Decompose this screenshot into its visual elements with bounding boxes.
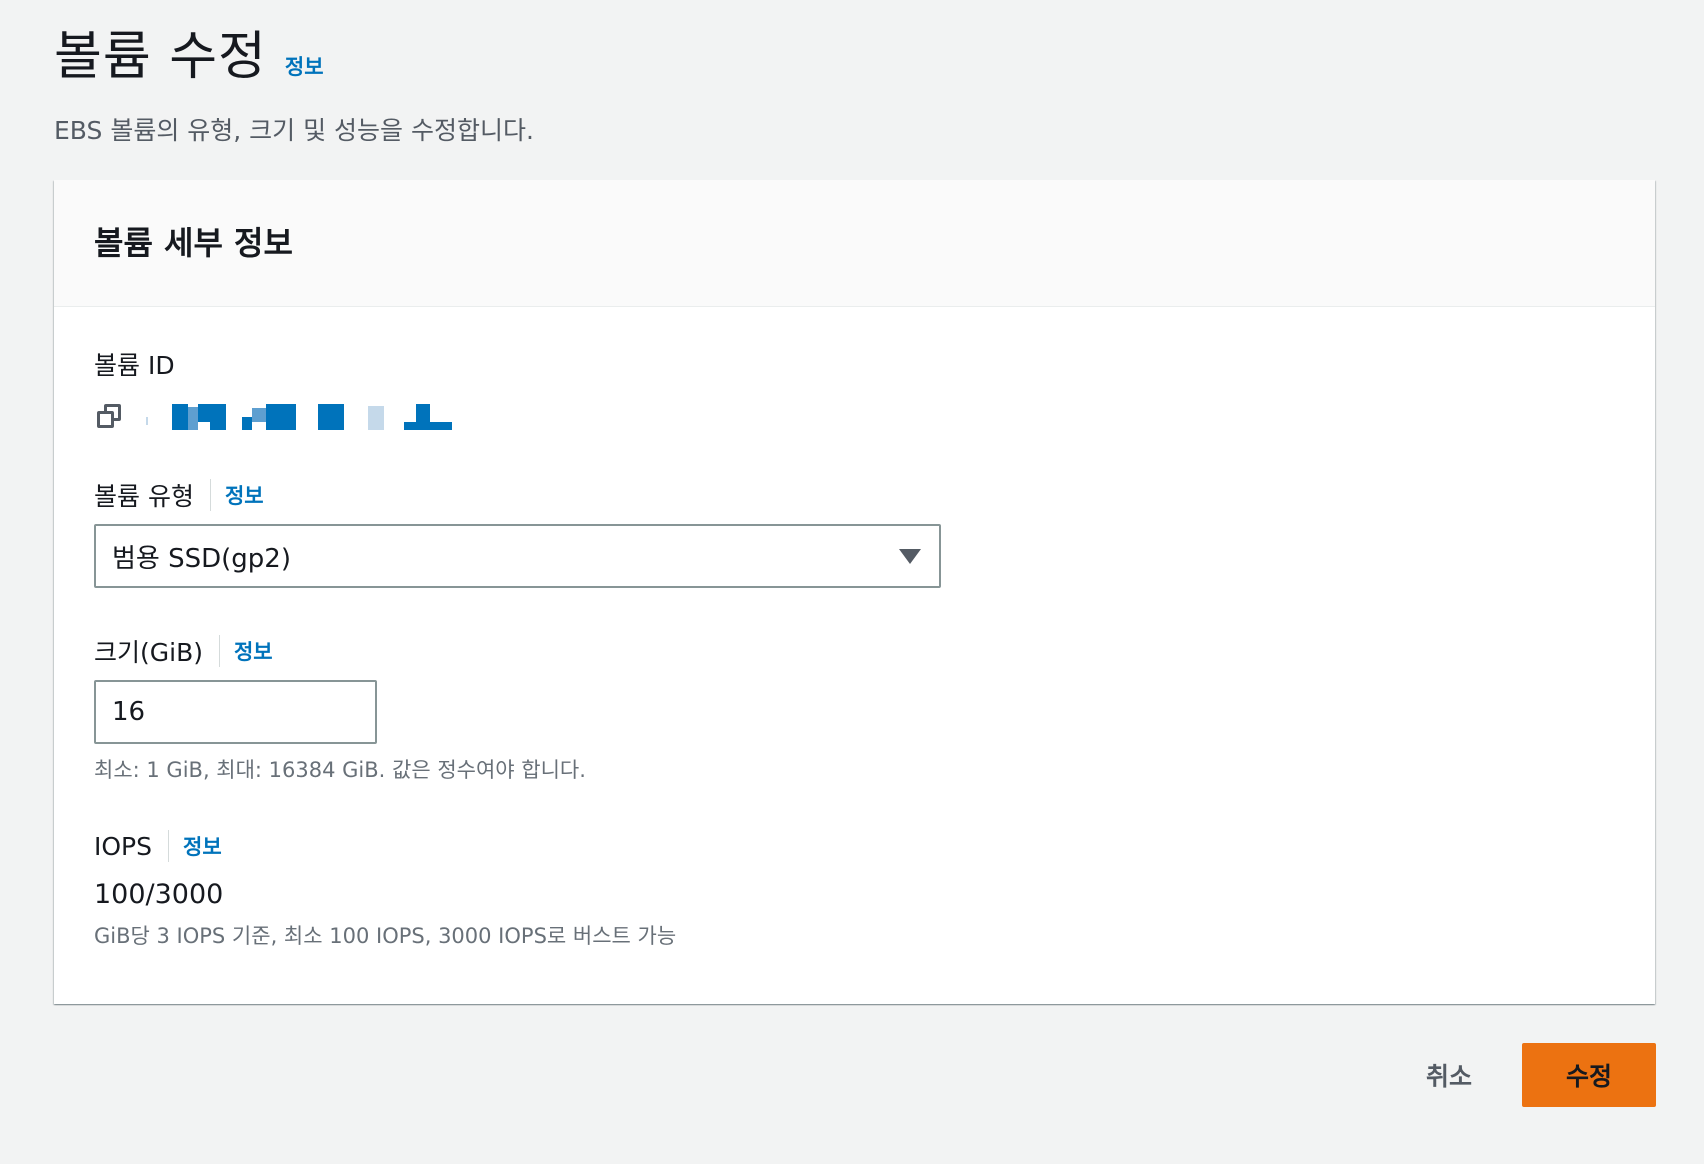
- size-hint: 최소: 1 GiB, 최대: 16384 GiB. 값은 정수여야 합니다.: [94, 758, 586, 782]
- panel-title: 볼륨 세부 정보: [94, 224, 293, 262]
- size-input[interactable]: [94, 680, 377, 744]
- iops-label: IOPS: [94, 831, 152, 861]
- size-field: 크기(GiB) 정보 최소: 1 GiB, 최대: 16384 GiB. 값은 …: [94, 634, 586, 784]
- panel-header: 볼륨 세부 정보: [54, 180, 1655, 307]
- iops-field: IOPS 정보 100/3000 GiB당 3 IOPS 기준, 최소 100 …: [94, 829, 676, 950]
- volume-id-field: 볼륨 ID: [94, 347, 476, 435]
- copy-icon[interactable]: [94, 402, 124, 432]
- volume-id-label: 볼륨 ID: [94, 351, 175, 380]
- volume-details-panel: 볼륨 세부 정보 볼륨 ID 볼륨 유형 정보 범용 SSD(gp2) 크기(G…: [54, 180, 1655, 1004]
- label-divider: [218, 635, 220, 667]
- size-label: 크기(GiB): [94, 638, 203, 667]
- caret-down-icon: [899, 548, 921, 564]
- iops-hint: GiB당 3 IOPS 기준, 최소 100 IOPS, 3000 IOPS로 …: [94, 924, 677, 948]
- label-divider: [209, 479, 211, 511]
- modify-button[interactable]: 수정: [1522, 1043, 1656, 1107]
- volume-type-label: 볼륨 유형: [94, 482, 194, 511]
- iops-info-link[interactable]: 정보: [183, 831, 222, 861]
- title-row: 볼륨 수정 정보: [54, 14, 534, 89]
- modify-volume-page: 볼륨 수정 정보 EBS 볼륨의 유형, 크기 및 성능을 수정합니다. 볼륨 …: [0, 0, 1704, 1164]
- redacted-volume-id: [146, 404, 476, 430]
- title-info-link[interactable]: 정보: [285, 51, 324, 81]
- volume-type-field: 볼륨 유형 정보 범용 SSD(gp2): [94, 478, 941, 588]
- iops-value: 100/3000: [94, 879, 224, 910]
- volume-type-select[interactable]: 범용 SSD(gp2): [94, 524, 941, 588]
- cancel-button[interactable]: 취소: [1396, 1043, 1502, 1107]
- page-title: 볼륨 수정: [54, 27, 267, 87]
- page-header: 볼륨 수정 정보 EBS 볼륨의 유형, 크기 및 성능을 수정합니다.: [54, 14, 534, 147]
- volume-type-info-link[interactable]: 정보: [225, 480, 264, 510]
- label-divider: [168, 830, 169, 862]
- page-description: EBS 볼륨의 유형, 크기 및 성능을 수정합니다.: [54, 116, 534, 145]
- volume-type-value: 범용 SSD(gp2): [112, 543, 291, 574]
- form-actions: 취소 수정: [1396, 1043, 1656, 1107]
- size-info-link[interactable]: 정보: [234, 636, 273, 666]
